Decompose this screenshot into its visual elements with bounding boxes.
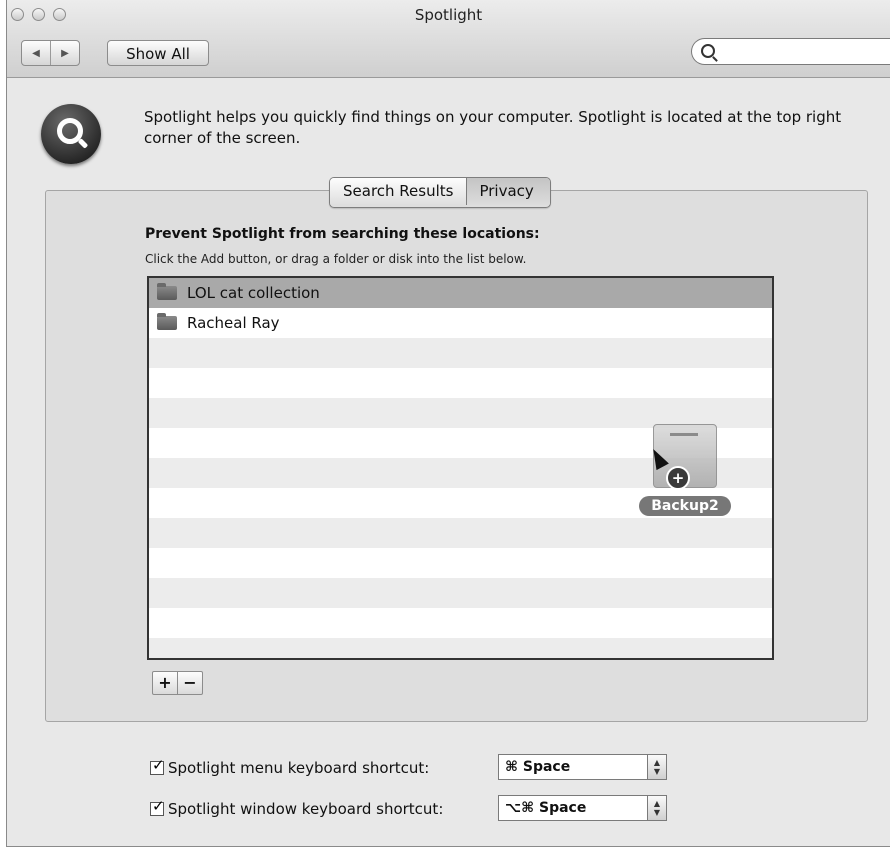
empty-row [149, 368, 772, 398]
window-shortcut-row: Spotlight window keyboard shortcut: [150, 797, 444, 818]
nav-button-group: ◀ ▶ [21, 40, 80, 66]
folder-icon [157, 313, 177, 330]
menu-shortcut-checkbox[interactable] [150, 756, 165, 775]
remove-button[interactable]: − [177, 672, 202, 694]
dragged-disk-label: Backup2 [639, 496, 731, 516]
tab-bar: Search Results Privacy [329, 177, 551, 208]
search-field[interactable] [691, 38, 890, 65]
dragged-disk[interactable]: + Backup2 [639, 424, 731, 516]
window-shortcut-popup[interactable]: ⌥⌘ Space ▲ ▼ [498, 795, 667, 821]
empty-row [149, 608, 772, 638]
back-button[interactable]: ◀ [22, 41, 50, 65]
window-shortcut-label: Spotlight window keyboard shortcut: [168, 800, 444, 818]
folder-icon [157, 283, 177, 300]
title-bar: Spotlight ◀ ▶ Show All [7, 0, 890, 78]
empty-row [149, 638, 772, 658]
empty-row [149, 578, 772, 608]
tab-search-results[interactable]: Search Results [330, 178, 467, 205]
menu-shortcut-popup[interactable]: ⌘ Space ▲ ▼ [498, 754, 667, 780]
forward-arrow-icon: ▶ [61, 47, 69, 59]
add-button[interactable]: + [153, 672, 177, 694]
popup-arrows-icon: ▲ ▼ [647, 796, 666, 820]
forward-button[interactable]: ▶ [50, 41, 79, 65]
show-all-button[interactable]: Show All [107, 40, 209, 66]
privacy-heading: Prevent Spotlight from searching these l… [145, 226, 540, 242]
empty-row [149, 338, 772, 368]
list-item-label: Racheal Ray [187, 314, 280, 332]
menu-shortcut-value: ⌘ Space [505, 759, 571, 775]
tab-privacy[interactable]: Privacy [466, 178, 550, 205]
preferences-window: Spotlight ◀ ▶ Show All Spotlight helps y… [6, 0, 890, 847]
menu-shortcut-label: Spotlight menu keyboard shortcut: [168, 759, 430, 777]
spotlight-icon [41, 104, 101, 164]
search-icon [701, 44, 715, 58]
add-remove-buttons: + − [152, 671, 203, 695]
empty-row [149, 548, 772, 578]
menu-shortcut-row: Spotlight menu keyboard shortcut: [150, 756, 430, 777]
window-title: Spotlight [414, 6, 483, 24]
back-arrow-icon: ◀ [32, 47, 40, 59]
excluded-locations-list[interactable]: LOL cat collection Racheal Ray + Backup2 [147, 276, 774, 660]
empty-row [149, 518, 772, 548]
list-item[interactable]: LOL cat collection [149, 278, 772, 308]
intro-text: Spotlight helps you quickly find things … [144, 108, 842, 147]
privacy-hint: Click the Add button, or drag a folder o… [145, 252, 527, 266]
add-copy-icon: + [666, 466, 690, 490]
window-shortcut-value: ⌥⌘ Space [505, 800, 587, 816]
list-item-label: LOL cat collection [187, 284, 320, 302]
popup-arrows-icon: ▲ ▼ [647, 755, 666, 779]
window-shortcut-checkbox[interactable] [150, 797, 165, 816]
list-item[interactable]: Racheal Ray [149, 308, 772, 338]
